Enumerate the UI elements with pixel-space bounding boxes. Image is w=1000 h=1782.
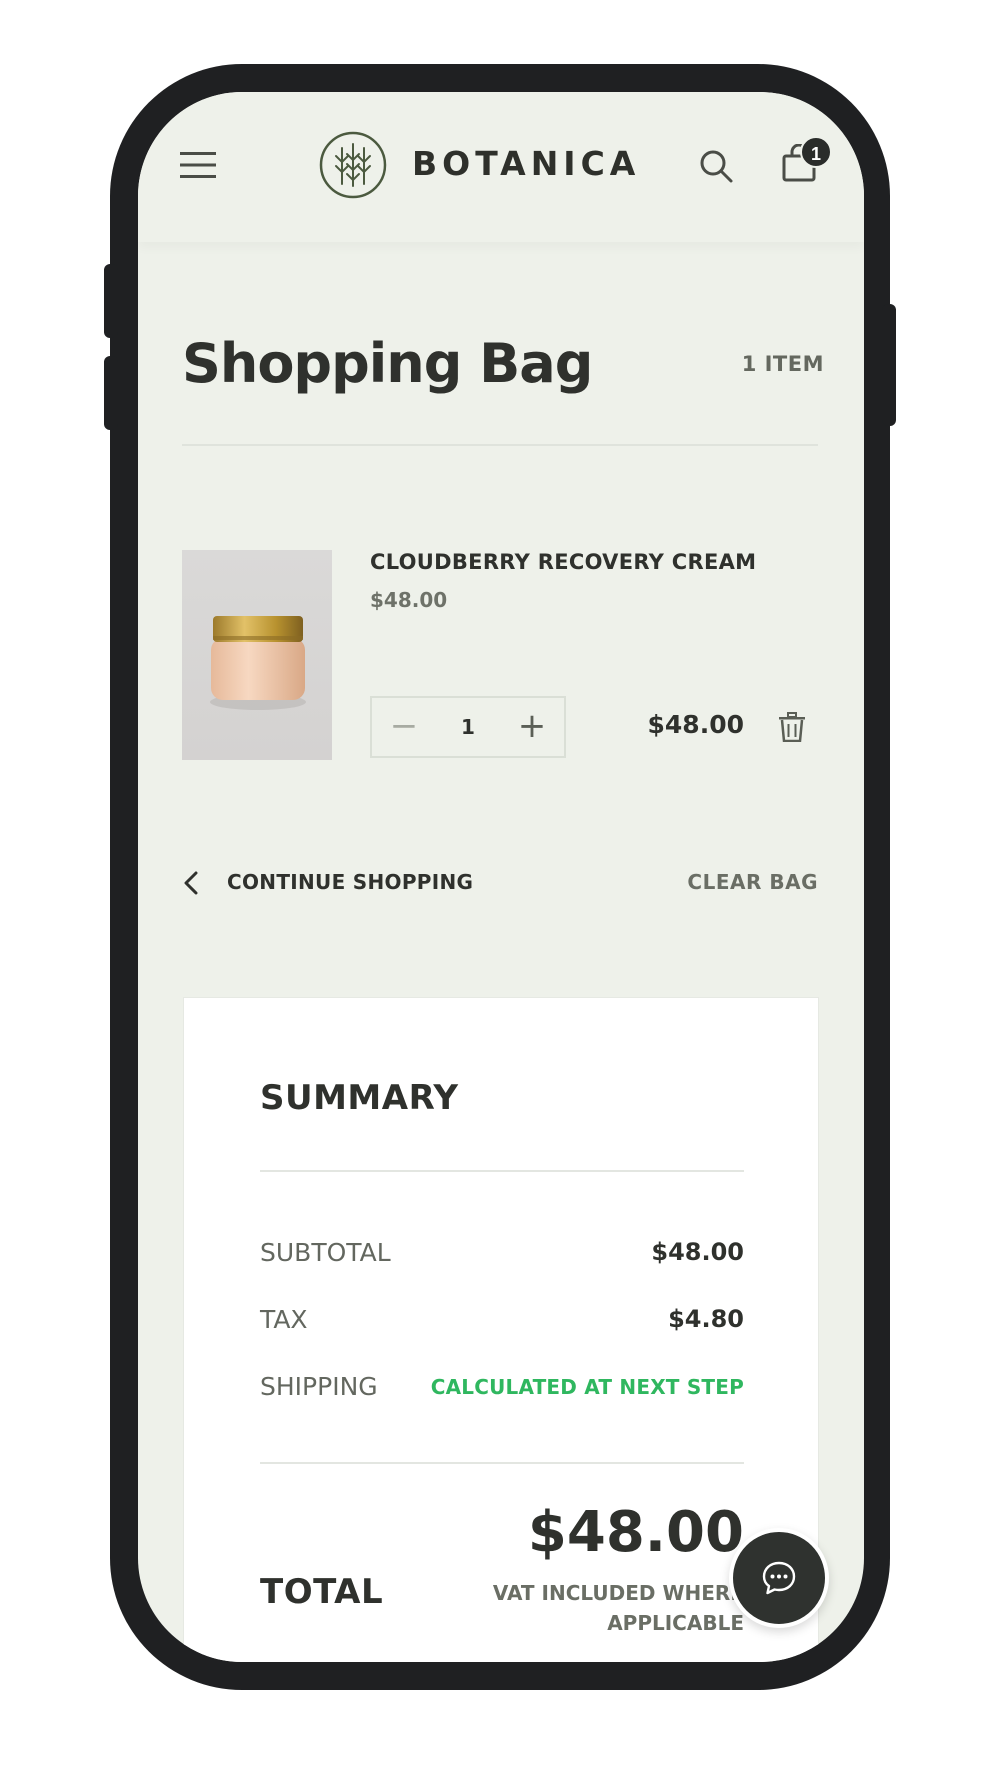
product-image[interactable] <box>182 550 332 760</box>
summary-title: SUMMARY <box>260 1078 459 1118</box>
quantity-decrease-button[interactable]: − <box>372 698 436 756</box>
tax-value: $4.80 <box>668 1305 744 1333</box>
logo-mark-icon[interactable] <box>318 130 388 200</box>
line-total: $48.00 <box>647 710 744 739</box>
phone-volume-down-button <box>104 356 118 430</box>
page-title: Shopping Bag <box>182 332 593 395</box>
product-unit-price: $48.00 <box>370 588 448 612</box>
subtotal-value: $48.00 <box>651 1238 744 1266</box>
divider <box>182 444 818 446</box>
chevron-left-icon <box>184 871 198 895</box>
product-name[interactable]: CLOUDBERRY RECOVERY CREAM <box>370 550 756 574</box>
app-header: BOTANICA 1 <box>138 92 864 242</box>
total-label: TOTAL <box>260 1572 384 1612</box>
tax-label: TAX <box>260 1305 308 1334</box>
cart-count-badge: 1 <box>800 136 832 168</box>
continue-shopping-link[interactable]: CONTINUE SHOPPING <box>182 864 502 904</box>
item-count: 1 ITEM <box>741 352 824 376</box>
brand-name[interactable]: BOTANICA <box>412 144 640 183</box>
clear-bag-button[interactable]: CLEAR BAG <box>658 870 818 894</box>
divider <box>260 1462 744 1464</box>
quantity-increase-button[interactable]: + <box>500 698 564 756</box>
search-icon[interactable] <box>698 148 734 184</box>
order-summary-card: SUMMARY SUBTOTAL $48.00 TAX $4.80 SHIPPI… <box>184 998 818 1662</box>
total-value: $48.00 <box>527 1500 744 1565</box>
quantity-value[interactable]: 1 <box>436 698 500 756</box>
phone-screen: BOTANICA 1 Shopping Bag 1 ITEM CLOUDBERR… <box>138 92 864 1662</box>
shipping-label: SHIPPING <box>260 1372 378 1401</box>
menu-icon[interactable] <box>180 150 216 180</box>
chat-button[interactable] <box>729 1528 829 1628</box>
chat-bubble-icon <box>762 1561 796 1595</box>
shipping-value: CALCULATED AT NEXT STEP <box>430 1375 744 1399</box>
cream-jar-illustration <box>210 616 306 710</box>
subtotal-label: SUBTOTAL <box>260 1238 391 1267</box>
vat-note: VAT INCLUDED WHERE APPLICABLE <box>492 1581 744 1635</box>
divider <box>260 1170 744 1172</box>
phone-volume-up-button <box>104 264 118 338</box>
quantity-stepper: − 1 + <box>370 696 566 758</box>
phone-power-button <box>882 304 896 426</box>
continue-shopping-label: CONTINUE SHOPPING <box>227 870 474 894</box>
trash-icon[interactable] <box>778 712 806 742</box>
